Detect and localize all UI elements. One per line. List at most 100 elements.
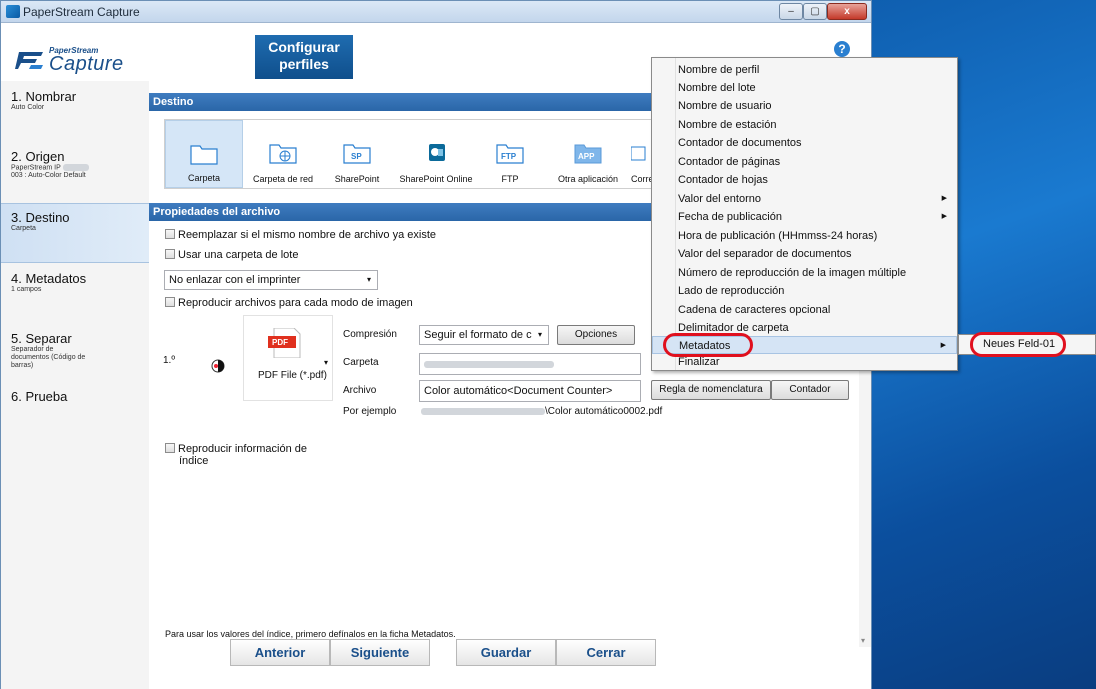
step-title: 6. Prueba [11,389,68,404]
destination-folder[interactable]: Carpeta [165,120,243,188]
destination-label: FTP [501,174,519,184]
menu-item-side[interactable]: Lado de reproducción [652,282,957,300]
file-format-selector[interactable]: PDF PDF File (*.pdf) ▾ [243,315,333,401]
minimize-button[interactable]: – [779,3,803,20]
sidebar-step-destination[interactable]: 3. Destino Carpeta [1,203,149,263]
destination-sharepoint-online[interactable]: SharePoint Online [391,120,481,188]
compression-label: Compresión [343,329,397,340]
counter-button[interactable]: Contador [771,380,849,400]
icon-badge-text: APP [578,152,595,161]
steps-sidebar: 1. Nombrar Auto Color 2. Origen PaperStr… [1,81,149,689]
checkbox-box [165,297,175,307]
options-button[interactable]: Opciones [557,325,635,345]
save-button[interactable]: Guardar [456,639,556,666]
step-subtitle: barras) [11,362,34,369]
index-info-checkbox[interactable]: Reproducir información de [165,443,307,455]
sidebar-step-origin[interactable]: 2. Origen PaperStream IP 003 : Auto-Colo… [1,149,149,193]
checkbox-label-cont: índice [179,455,209,467]
close-window-button[interactable]: x [827,3,867,20]
step-title: 4. Metadatos [11,271,87,286]
menu-item-batch-name[interactable]: Nombre del lote [652,79,957,97]
ftp-icon: FTP [496,144,524,164]
menu-item-publish-date[interactable]: Fecha de publicación ▶ [652,208,957,226]
menu-item-document-counter[interactable]: Contador de documentos [652,134,957,152]
submenu-arrow-icon: ▶ [941,213,947,220]
scroll-down-icon[interactable]: ▾ [861,636,865,645]
menu-item-separator-value[interactable]: Valor del separador de documentos [652,245,957,263]
step-subtitle: documentos (Código de [11,354,86,361]
format-label: PDF File (*.pdf) [258,370,327,381]
destination-sharepoint[interactable]: SP SharePoint [323,120,391,188]
chevron-down-icon: ▾ [537,330,542,339]
destination-label: SharePoint Online [399,174,473,184]
tab-label-line2: perfiles [279,56,329,72]
menu-item-environment-value[interactable]: Valor del entorno ▶ [652,190,957,208]
title-bar[interactable]: PaperStream Capture – ▢ x [1,1,871,23]
naming-rule-button[interactable]: Regla de nomenclatura [651,380,771,400]
sidebar-step-separate[interactable]: 5. Separar Separador de documentos (Códi… [1,331,149,377]
menu-item-user-name[interactable]: Nombre de usuario [652,97,957,115]
menu-item-profile-name[interactable]: Nombre de perfil [652,61,957,79]
step-subtitle: 1 campos [11,286,42,293]
checkbox-label: Reproducir archivos para cada modo de im… [178,297,413,309]
maximize-button[interactable]: ▢ [803,3,827,20]
destination-label: Carpeta de red [252,174,314,184]
app-icon [6,5,20,18]
color-mode-icon [211,359,225,373]
folder-label: Carpeta [343,357,379,368]
replace-checkbox[interactable]: Reemplazar si el mismo nombre de archivo… [165,229,436,241]
compression-select[interactable]: Seguir el formato de c ▾ [419,325,549,345]
logo-mark-icon [15,52,43,69]
sharepoint-online-icon [429,144,445,161]
imprinter-select[interactable]: No enlazar con el imprinter ▾ [164,270,378,290]
folder-icon [190,145,218,165]
example-value: \Color automático0002.pdf [421,406,662,417]
menu-item-multi-image-number[interactable]: Número de reproducción de la imagen múlt… [652,264,957,282]
destination-other-app[interactable]: APP Otra aplicación [545,120,631,188]
sidebar-step-metadata[interactable]: 4. Metadatos 1 campos [1,271,149,311]
context-menu: Nombre de perfil Nombre del lote Nombre … [651,57,958,371]
logo-main-text: Capture [49,53,124,75]
highlight-oval-metadata [663,333,753,357]
destination-network-folder[interactable]: Carpeta de red [243,120,323,188]
menu-item-sheet-counter[interactable]: Contador de hojas [652,171,957,189]
step-title: 3. Destino [11,210,70,225]
destination-label: SharePoint [334,174,380,184]
folder-path-field[interactable] [419,353,641,375]
step-title: 5. Separar [11,331,72,346]
checkbox-label: Reproducir información de [178,443,308,455]
help-icon[interactable]: ? [834,41,850,57]
menu-item-optional-string[interactable]: Cadena de caracteres opcional [652,301,957,319]
destination-label: Carpeta [187,173,221,183]
menu-item-station-name[interactable]: Nombre de estación [652,116,957,134]
menu-item-publish-time[interactable]: Hora de publicación (HHmmss-24 horas) [652,227,957,245]
chevron-down-icon[interactable]: ▾ [324,358,328,367]
reproduce-per-mode-checkbox[interactable]: Reproducir archivos para cada modo de im… [165,297,413,309]
file-name-field[interactable]: Color automático<Document Counter> [419,380,641,402]
select-value: No enlazar con el imprinter [169,274,301,286]
window-title: PaperStream Capture [23,5,140,19]
checkbox-box [165,249,175,259]
menu-item-page-counter[interactable]: Contador de páginas [652,153,957,171]
tab-label-line1: Configurar [268,39,340,55]
icon-badge-text: SP [351,152,362,161]
menu-item-label: Fecha de publicación [678,211,782,223]
file-label: Archivo [343,385,377,396]
pdf-icon: PDF [268,328,301,358]
redacted-text [424,360,554,368]
paperstream-logo: PaperStream Capture [15,43,155,83]
destination-ftp[interactable]: FTP FTP [481,120,539,188]
next-button[interactable]: Siguiente [330,639,430,666]
batch-folder-checkbox[interactable]: Usar una carpeta de lote [165,249,298,261]
step-title: 1. Nombrar [11,89,77,104]
step-subtitle: 003 : Auto-Color Default [11,172,86,180]
sharepoint-icon: SP [343,144,371,164]
example-label: Por ejemplo [343,406,397,417]
sidebar-step-test[interactable]: 6. Prueba [1,389,149,413]
row-number: 1.º [163,355,175,366]
sidebar-step-name[interactable]: 1. Nombrar Auto Color [1,89,149,129]
previous-button[interactable]: Anterior [230,639,330,666]
close-button[interactable]: Cerrar [556,639,656,666]
icon-badge-text: FTP [501,152,517,161]
tab-configure-profiles[interactable]: Configurar perfiles [255,35,353,79]
